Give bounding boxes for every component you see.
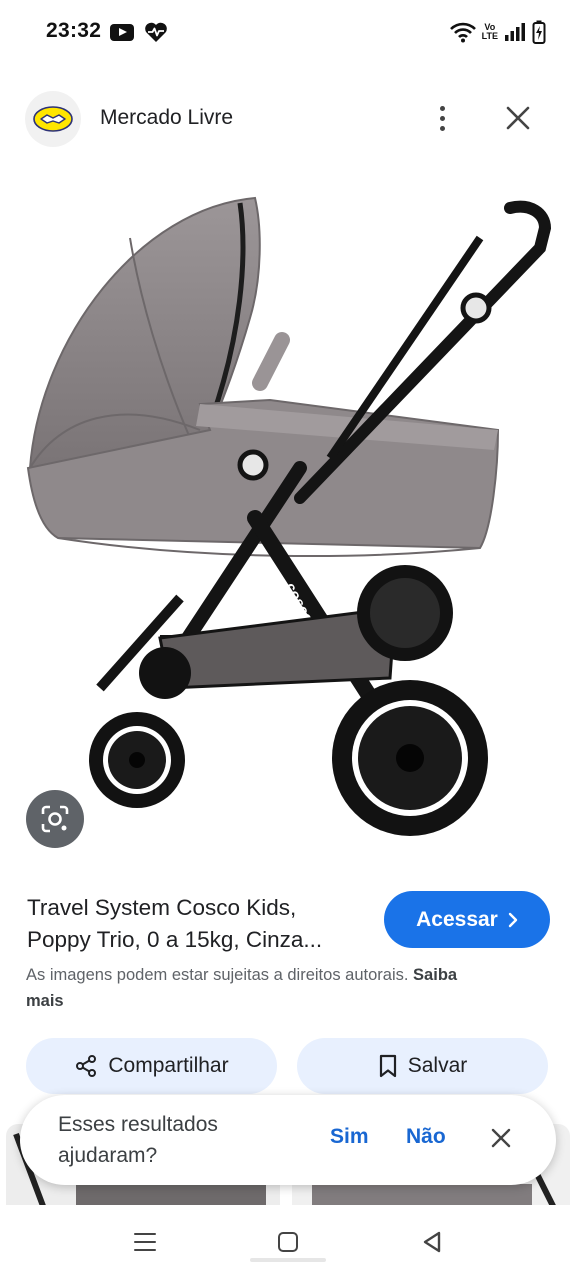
share-button[interactable]: Compartilhar [26, 1038, 277, 1094]
google-lens-button[interactable] [26, 790, 84, 848]
stroller-illustration: cosco [26, 196, 552, 836]
back-wheel [357, 565, 453, 661]
feedback-card: Esses resultados ajudaram? Sim Não [20, 1095, 556, 1185]
google-lens-icon [41, 805, 69, 833]
status-time: 23:32 [46, 19, 102, 42]
system-navigation-bar [0, 1205, 576, 1280]
mercado-livre-logo[interactable] [25, 91, 81, 147]
signal-icon [505, 23, 525, 41]
recent-apps-icon[interactable] [134, 1233, 156, 1251]
volte-icon: Vo LTE [481, 22, 498, 41]
bookmark-icon [379, 1054, 396, 1078]
site-name[interactable]: Mercado Livre [100, 106, 233, 130]
status-bar: 23:32 Vo LTE [0, 0, 576, 64]
feedback-yes-button[interactable]: Sim [330, 1125, 369, 1149]
share-icon [76, 1055, 97, 1077]
wifi-icon [449, 22, 476, 43]
close-icon[interactable] [500, 100, 536, 136]
battery-charging-icon [532, 20, 546, 44]
youtube-icon [110, 24, 134, 41]
more-options-icon[interactable] [428, 98, 456, 138]
rear-wheel [332, 680, 488, 836]
status-icons: Vo LTE [449, 18, 546, 46]
health-heart-icon [145, 22, 167, 42]
back-icon[interactable] [420, 1230, 444, 1254]
copyright-notice: As imagens podem estar sujeitas a direit… [26, 966, 458, 1010]
save-label: Salvar [407, 1054, 468, 1077]
close-icon[interactable] [490, 1127, 512, 1149]
feedback-question: Esses resultados ajudaram? [58, 1113, 218, 1167]
result-header: Mercado Livre [0, 84, 576, 154]
handshake-logo-icon [33, 106, 73, 132]
home-icon[interactable] [278, 1232, 298, 1252]
visit-button[interactable]: Acessar [384, 891, 550, 948]
save-button[interactable]: Salvar [297, 1038, 548, 1094]
product-title[interactable]: Travel System Cosco Kids, Poppy Trio, 0 … [27, 892, 367, 956]
chevron-right-icon [508, 912, 518, 927]
front-wheel [89, 712, 185, 808]
feedback-no-button[interactable]: Não [406, 1125, 446, 1149]
share-label: Compartilhar [108, 1054, 229, 1077]
gesture-handle [250, 1258, 326, 1262]
visit-label: Acessar [416, 907, 498, 931]
product-image[interactable]: cosco [0, 168, 576, 858]
front-wheel-back [139, 647, 191, 699]
